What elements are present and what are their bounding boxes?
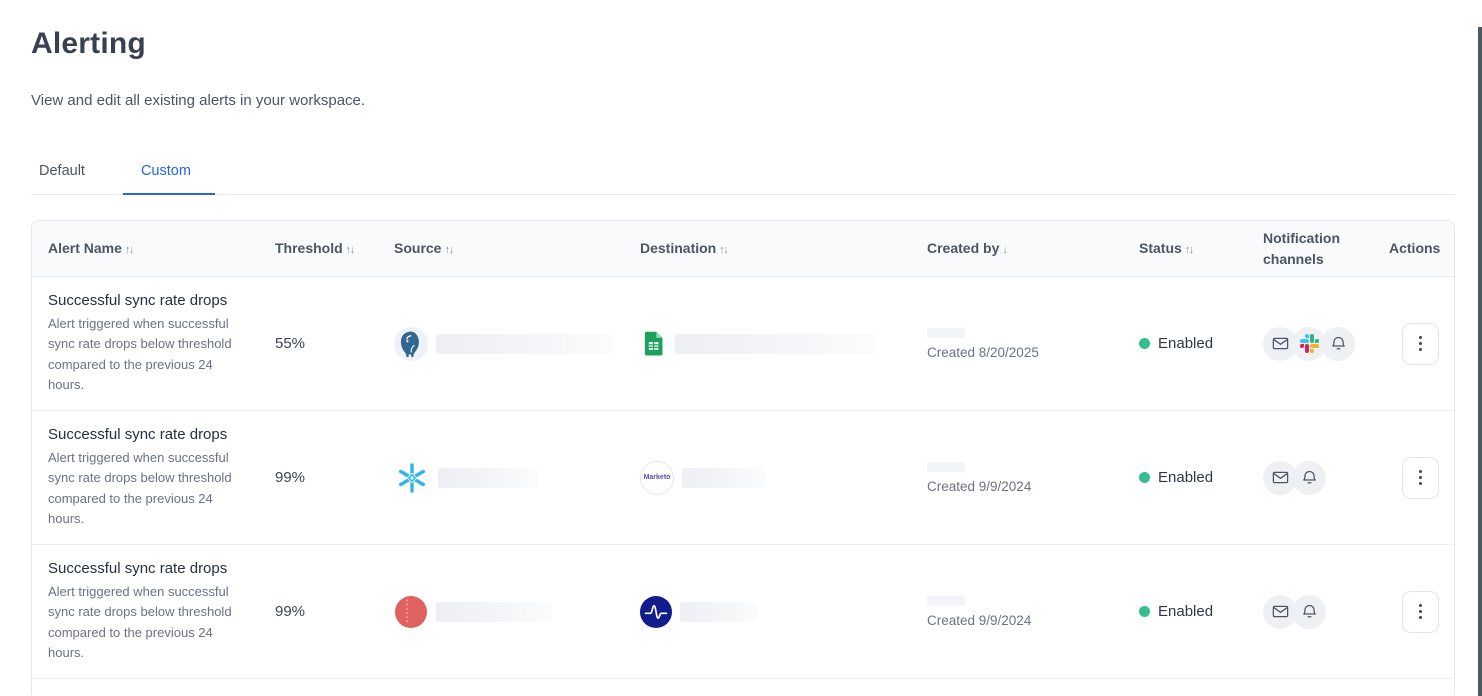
created-by-cell: Created 9/9/2024 xyxy=(927,462,1139,494)
table-row-partial xyxy=(32,679,1454,695)
google-sheets-icon xyxy=(640,330,667,357)
page-subtitle: View and edit all existing alerts in you… xyxy=(31,92,1455,109)
tab-bar: Default Custom xyxy=(31,163,1455,195)
row-actions-menu-button[interactable] xyxy=(1402,591,1439,633)
row-actions-menu-button[interactable] xyxy=(1402,323,1439,365)
created-by-name-redacted xyxy=(927,462,965,472)
destination-name-redacted xyxy=(680,602,758,622)
column-header-alert-name[interactable]: Alert Name↑↓ xyxy=(48,238,275,259)
sort-icon[interactable]: ↓ xyxy=(1002,244,1006,256)
created-by-name-redacted xyxy=(927,328,965,338)
alert-description: Alert triggered when successful sync rat… xyxy=(48,582,234,663)
column-header-created-by[interactable]: Created by↓ xyxy=(927,238,1139,259)
alert-name: Successful sync rate drops xyxy=(48,292,275,309)
alert-name: Successful sync rate drops xyxy=(48,426,275,443)
status-enabled-dot xyxy=(1139,338,1150,349)
window-edge xyxy=(1478,27,1482,696)
bell-channel-icon xyxy=(1292,461,1326,495)
alert-name-cell: Successful sync rate drops Alert trigger… xyxy=(48,560,275,663)
destination-cell xyxy=(640,596,927,628)
status-badge: Enabled xyxy=(1158,335,1213,352)
source-cell xyxy=(394,595,640,629)
postgresql-icon xyxy=(394,327,428,361)
sort-icon[interactable]: ↑↓ xyxy=(125,244,133,256)
marketo-icon: Marketo xyxy=(640,461,674,495)
red-circle-icon xyxy=(394,595,428,629)
source-name-redacted xyxy=(436,602,552,622)
status-cell: Enabled xyxy=(1139,603,1263,620)
column-header-source[interactable]: Source↑↓ xyxy=(394,238,640,259)
snowflake-icon xyxy=(394,460,430,496)
created-by-cell: Created 9/9/2024 xyxy=(927,596,1139,628)
source-cell xyxy=(394,327,640,361)
bell-channel-icon xyxy=(1292,595,1326,629)
status-cell: Enabled xyxy=(1139,469,1263,486)
destination-cell: Marketo xyxy=(640,461,927,495)
actions-cell xyxy=(1389,591,1439,633)
alert-name-cell: Successful sync rate drops Alert trigger… xyxy=(48,426,275,529)
table-row: Successful sync rate drops Alert trigger… xyxy=(32,411,1454,545)
actions-cell xyxy=(1389,457,1439,499)
table-row: Successful sync rate drops Alert trigger… xyxy=(32,545,1454,679)
created-date: Created 9/9/2024 xyxy=(927,613,1139,628)
table-header-row: Alert Name↑↓ Threshold↑↓ Source↑↓ Destin… xyxy=(32,221,1454,277)
actions-cell xyxy=(1389,323,1439,365)
sort-icon[interactable]: ↑↓ xyxy=(1185,244,1193,256)
source-name-redacted xyxy=(436,334,614,354)
notification-channels-cell xyxy=(1263,327,1389,361)
alerting-page: Alerting View and edit all existing aler… xyxy=(0,27,1482,695)
threshold-value: 99% xyxy=(275,603,394,620)
row-actions-menu-button[interactable] xyxy=(1402,457,1439,499)
page-title: Alerting xyxy=(31,27,1455,61)
destination-name-redacted xyxy=(675,334,875,354)
sort-icon[interactable]: ↑↓ xyxy=(444,244,452,256)
source-cell xyxy=(394,460,640,496)
threshold-value: 55% xyxy=(275,335,394,352)
column-header-destination[interactable]: Destination↑↓ xyxy=(640,238,927,259)
alert-name-cell: Successful sync rate drops Alert trigger… xyxy=(48,292,275,395)
alert-description: Alert triggered when successful sync rat… xyxy=(48,448,234,529)
tab-default[interactable]: Default xyxy=(31,163,97,194)
status-enabled-dot xyxy=(1139,606,1150,617)
alert-description: Alert triggered when successful sync rat… xyxy=(48,314,234,395)
threshold-value: 99% xyxy=(275,469,394,486)
status-cell: Enabled xyxy=(1139,335,1263,352)
sort-icon[interactable]: ↑↓ xyxy=(719,244,727,256)
alerts-table: Alert Name↑↓ Threshold↑↓ Source↑↓ Destin… xyxy=(31,220,1455,695)
bell-channel-icon xyxy=(1321,327,1355,361)
column-header-status[interactable]: Status↑↓ xyxy=(1139,238,1263,259)
created-date: Created 9/9/2024 xyxy=(927,479,1139,494)
column-header-notification-channels: Notification channels xyxy=(1263,228,1389,269)
notification-channels-cell xyxy=(1263,595,1389,629)
status-enabled-dot xyxy=(1139,472,1150,483)
column-header-actions: Actions xyxy=(1389,238,1454,258)
tab-custom[interactable]: Custom xyxy=(133,163,203,194)
sort-icon[interactable]: ↑↓ xyxy=(346,244,354,256)
alert-name: Successful sync rate drops xyxy=(48,560,275,577)
status-badge: Enabled xyxy=(1158,603,1213,620)
notification-channels-cell xyxy=(1263,461,1389,495)
created-date: Created 8/20/2025 xyxy=(927,345,1139,360)
created-by-name-redacted xyxy=(927,596,965,606)
source-name-redacted xyxy=(438,468,538,488)
created-by-cell: Created 8/20/2025 xyxy=(927,328,1139,360)
destination-cell xyxy=(640,330,927,357)
column-header-threshold[interactable]: Threshold↑↓ xyxy=(275,238,394,259)
table-row: Successful sync rate drops Alert trigger… xyxy=(32,277,1454,411)
status-badge: Enabled xyxy=(1158,469,1213,486)
destination-name-redacted xyxy=(682,468,766,488)
amplitude-icon xyxy=(640,596,672,628)
